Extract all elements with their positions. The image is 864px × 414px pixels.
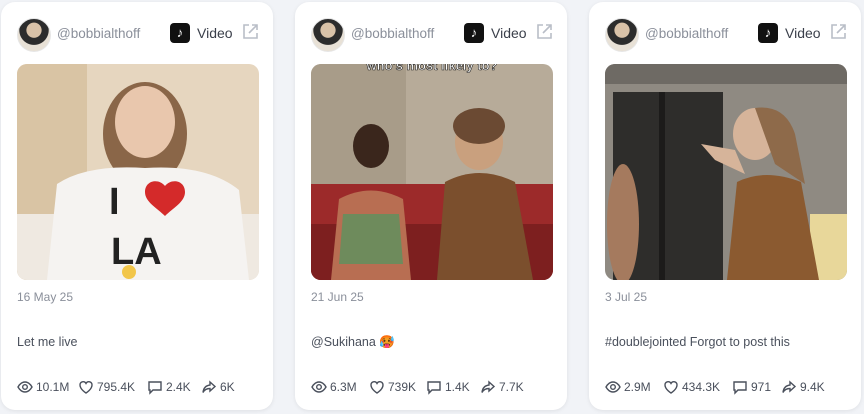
views-count: 10.1M	[36, 380, 70, 394]
heart-icon	[79, 381, 93, 394]
avatar[interactable]	[311, 18, 345, 52]
post-caption: #doublejointed Forgot to post this	[605, 335, 790, 349]
avatar[interactable]	[17, 18, 51, 52]
heart-icon	[370, 381, 384, 394]
shares-count: 6K	[220, 380, 235, 394]
tiktok-icon: ♪	[170, 23, 190, 43]
svg-text:LA: LA	[111, 231, 162, 273]
post-card[interactable]: @bobbialthoff ♪ Video who's most likely …	[295, 2, 567, 410]
heart-icon	[664, 381, 678, 394]
comments-count: 2.4K	[166, 380, 191, 394]
card-header: @bobbialthoff ♪ Video	[311, 18, 553, 52]
author-handle[interactable]: @bobbialthoff	[645, 26, 728, 41]
post-card[interactable]: @bobbialthoff ♪ Video I LA 16 May 25 Let…	[1, 2, 273, 410]
card-header: @bobbialthoff ♪ Video	[17, 18, 259, 52]
svg-text:I: I	[109, 181, 120, 223]
post-type-label: Video	[785, 25, 821, 41]
video-thumbnail[interactable]	[605, 64, 847, 280]
post-date: 3 Jul 25	[605, 290, 648, 304]
author-handle[interactable]: @bobbialthoff	[351, 26, 434, 41]
post-date: 21 Jun 25	[311, 290, 364, 304]
card-header: @bobbialthoff ♪ Video	[605, 18, 847, 52]
video-thumbnail[interactable]: I LA	[17, 64, 259, 280]
likes-count: 739K	[388, 380, 417, 394]
avatar[interactable]	[605, 18, 639, 52]
external-link-icon[interactable]	[828, 22, 848, 42]
shares-count: 9.4K	[800, 380, 825, 394]
comments-count: 971	[751, 380, 772, 394]
share-icon	[782, 380, 797, 393]
share-icon	[481, 380, 496, 393]
post-caption: @Sukihana 🥵	[311, 335, 395, 349]
shares-count: 7.7K	[499, 380, 524, 394]
external-link-icon[interactable]	[240, 22, 260, 42]
comment-icon	[427, 381, 441, 395]
eye-icon	[605, 381, 621, 393]
post-date: 16 May 25	[17, 290, 74, 304]
eye-icon	[17, 381, 33, 393]
share-icon	[202, 380, 217, 393]
tiktok-icon: ♪	[464, 23, 484, 43]
tiktok-icon: ♪	[758, 23, 778, 43]
comments-count: 1.4K	[445, 380, 470, 394]
eye-icon	[311, 381, 327, 393]
external-link-icon[interactable]	[534, 22, 554, 42]
post-card[interactable]: @bobbialthoff ♪ Video 3 Jul 25 #doublejo…	[589, 2, 861, 410]
post-type-label: Video	[491, 25, 527, 41]
views-count: 2.9M	[624, 380, 651, 394]
thumbnail-overlay-text: who's most likely to?	[366, 64, 498, 73]
comment-icon	[733, 381, 747, 395]
post-caption: Let me live	[17, 335, 78, 349]
post-type-label: Video	[197, 25, 233, 41]
likes-count: 795.4K	[97, 380, 136, 394]
views-count: 6.3M	[330, 380, 357, 394]
likes-count: 434.3K	[682, 380, 721, 394]
author-handle[interactable]: @bobbialthoff	[57, 26, 140, 41]
comment-icon	[148, 381, 162, 395]
video-thumbnail[interactable]: who's most likely to?	[311, 64, 553, 280]
